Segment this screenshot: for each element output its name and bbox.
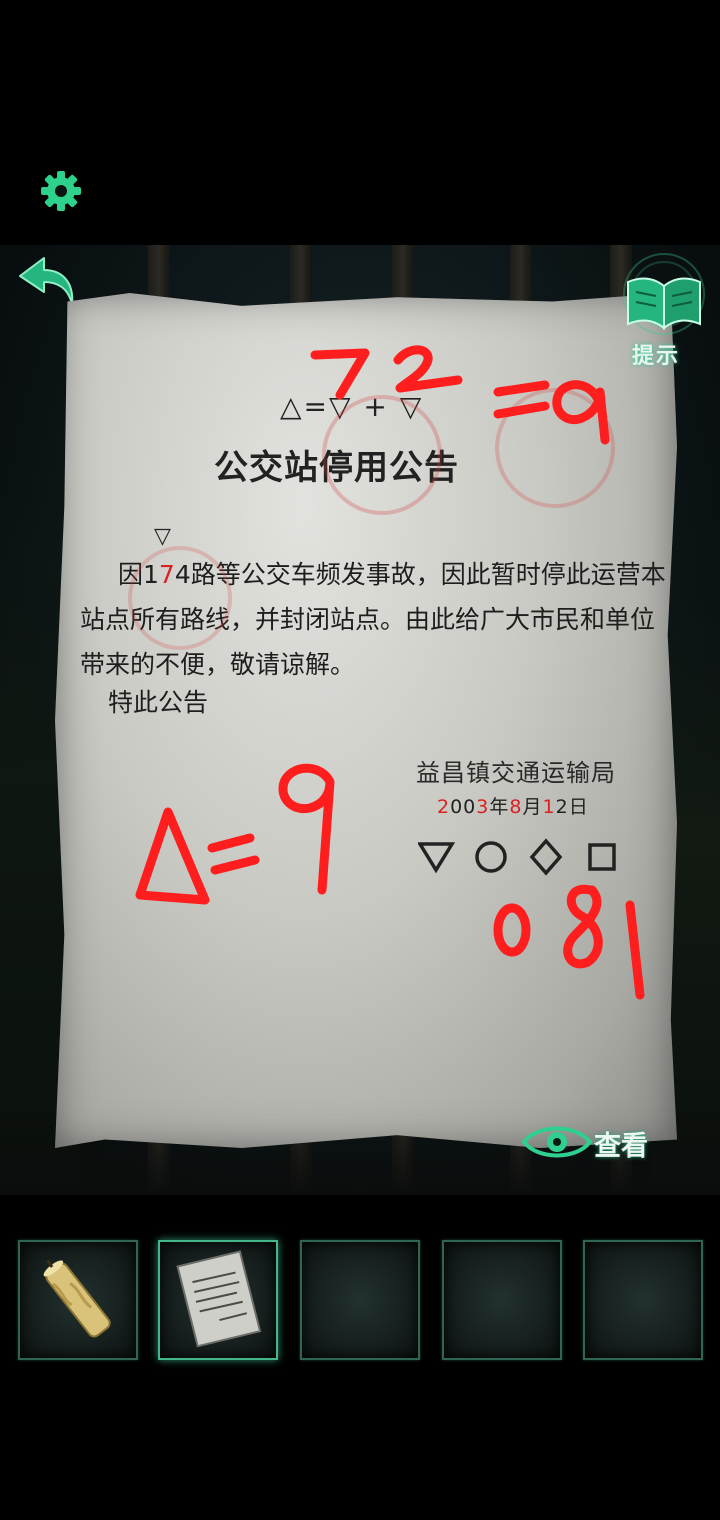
shape-sequence bbox=[418, 838, 616, 876]
inventory-slot-1[interactable] bbox=[18, 1240, 138, 1360]
inventory-slot-4[interactable] bbox=[442, 1240, 562, 1360]
diamond-shape bbox=[529, 838, 563, 876]
settings-button[interactable] bbox=[38, 168, 84, 214]
notice-closing: 特此公告 bbox=[108, 688, 209, 717]
gear-icon bbox=[41, 171, 81, 211]
date-unit: 月 bbox=[522, 796, 543, 818]
body-text-start: 因1 bbox=[118, 560, 159, 589]
notice-title: 公交站停用公告 bbox=[214, 448, 459, 488]
eye-icon bbox=[521, 1126, 593, 1158]
triangle-marker: ▽ bbox=[154, 524, 171, 549]
hint-label[interactable]: 提示 bbox=[632, 338, 680, 370]
formula-text: △=▽ + ▽ bbox=[280, 390, 424, 423]
inventory-slot-3[interactable] bbox=[300, 1240, 420, 1360]
inventory-slot-2[interactable] bbox=[158, 1240, 278, 1360]
date-unit: 年 bbox=[489, 796, 510, 818]
issuing-organization: 益昌镇交通运输局 bbox=[416, 759, 616, 787]
date-digit: 2 bbox=[437, 796, 451, 818]
inventory-slot-5[interactable] bbox=[583, 1240, 703, 1360]
square-shape bbox=[588, 843, 616, 871]
date-digit: 3 bbox=[476, 796, 490, 818]
view-label[interactable]: 查看 bbox=[594, 1124, 648, 1163]
notice-paper-item bbox=[176, 1250, 262, 1348]
inventory-bar bbox=[0, 1230, 720, 1370]
date-digit: 1 bbox=[542, 796, 556, 818]
date-digit: 00 bbox=[450, 796, 477, 818]
notice-date: 2003年8月12日 bbox=[437, 792, 589, 819]
date-unit: 日 bbox=[568, 796, 589, 818]
triangle-down-shape bbox=[418, 842, 456, 874]
open-book-icon bbox=[623, 253, 705, 335]
circle-shape bbox=[475, 841, 507, 873]
date-digit: 2 bbox=[555, 796, 569, 818]
notice-body: 因174路等公交车频发事故，因此暂时停此运营本站点所有路线，并封闭站点。由此给广… bbox=[80, 552, 670, 687]
candle-item bbox=[43, 1259, 111, 1338]
highlighted-digit: 7 bbox=[158, 560, 175, 589]
date-digit: 8 bbox=[509, 796, 523, 818]
